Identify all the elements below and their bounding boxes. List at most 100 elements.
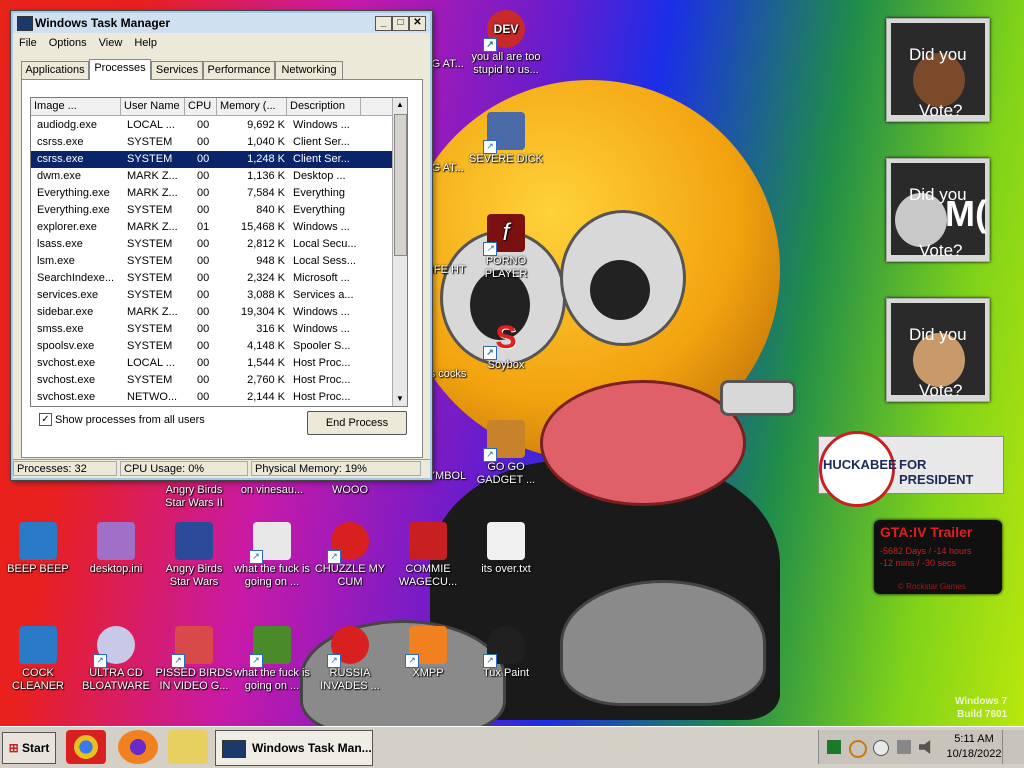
tab-networking[interactable]: Networking [275,61,343,79]
vertical-scrollbar[interactable]: ▲ ▼ [392,98,407,406]
tab-processes[interactable]: Processes [89,59,151,80]
scroll-up-arrow-icon[interactable]: ▲ [393,98,407,112]
table-row[interactable]: Everything.exe MARK Z... 00 7,584 K Everythi… [31,185,393,202]
menu-options[interactable]: Options [43,34,93,52]
desktop-icon-severe[interactable]: ↗ SEVERE DICK [466,112,546,166]
settings-file-icon [97,522,135,560]
cell-cpu: 00 [197,119,210,131]
desktop-icon-beep-beep[interactable]: BEEP BEEP [0,522,78,576]
tab-applications[interactable]: Applications [21,61,89,79]
desktop-icon-porno-player[interactable]: f ↗ PORNO PLAYER [466,214,546,281]
network-icon[interactable] [897,740,911,754]
table-row[interactable]: sidebar.exe MARK Z... 00 19,304 K Windows ..… [31,304,393,321]
table-row[interactable]: Everything.exe SYSTEM 00 840 K Everything [31,202,393,219]
cell-mem: 316 K [256,323,285,335]
desktop-icon-devcpp[interactable]: DEV ↗ you all are too stupid to us... [466,10,546,77]
menu-file[interactable]: File [13,34,43,52]
start-button[interactable]: ⊞ Start [2,732,56,764]
firefox-icon[interactable] [118,730,158,764]
s-logo-icon: S ↗ [483,318,525,360]
cell-user: SYSTEM [127,340,173,352]
process-list[interactable]: Image ... User Name CPU Memory (... Desc… [30,97,408,407]
desktop-icon-commie[interactable]: COMMIE WAGECU... [388,522,468,589]
green-square-icon[interactable] [827,740,841,754]
menu-view[interactable]: View [93,34,129,52]
desktop-icon-chuzzle[interactable]: ↗ CHUZZLE MY CUM [310,522,390,589]
blue-card-icon [19,522,57,560]
cell-mem: 1,040 K [247,136,285,148]
table-row[interactable]: SearchIndexe... SYSTEM 00 2,324 K Microsoft … [31,270,393,287]
gadget-vote-obama[interactable]: Did you Vote? [886,18,990,122]
desktop-icon-wtf-2[interactable]: ↗ what the fuck is going on ... [232,626,312,693]
chick-icon[interactable] [168,730,208,764]
col-memory[interactable]: Memory (... [217,98,287,115]
show-all-users-checkbox[interactable]: ✓ [39,413,52,426]
smiley-icon[interactable] [873,740,889,756]
clock[interactable]: 5:11 AM 10/18/2022 [944,732,1004,762]
table-row[interactable]: csrss.exe SYSTEM 00 1,248 K Client Ser... [31,151,393,168]
table-row[interactable]: smss.exe SYSTEM 00 316 K Windows ... [31,321,393,338]
taskbar-task-manager-button[interactable]: Windows Task Man... [215,730,373,766]
cell-image: dwm.exe [37,170,82,182]
tab-services[interactable]: Services [151,61,203,79]
xampp-icon: ↗ [405,626,447,668]
desktop-icon-angry-birds-sw[interactable]: Angry Birds Star Wars [154,522,234,589]
table-row[interactable]: svchost.exe NETWO... 00 2,144 K Host Proc... [31,389,393,406]
table-row[interactable]: explorer.exe MARK Z... 01 15,468 K Windows .… [31,219,393,236]
volume-icon[interactable] [919,740,931,754]
col-cpu[interactable]: CPU [185,98,217,115]
gadget-gta-countdown[interactable]: GTA:IV Trailer -5682 Days / -14 hours -1… [874,520,1002,594]
desktop-icon-partial[interactable]: Angry Birds Star Wars II [154,484,234,510]
col-description[interactable]: Description [287,98,361,115]
desktop-icon-tux-paint[interactable]: ↗ Tux Paint [466,626,546,680]
desktop-icon-cock-cleaner[interactable]: COCK CLEANER [0,626,78,693]
show-desktop-button[interactable] [1002,730,1021,764]
scroll-thumb[interactable] [394,114,407,256]
table-row[interactable]: services.exe SYSTEM 00 3,088 K Services a... [31,287,393,304]
desktop-icon-partial[interactable]: on vinesau... [232,484,312,497]
commie-icon [409,522,447,560]
col-image-name[interactable]: Image ... [31,98,121,115]
menu-help[interactable]: Help [128,34,163,52]
maximize-button[interactable]: □ [392,16,409,31]
table-row[interactable]: svchost.exe LOCAL ... 00 1,544 K Host Proc..… [31,355,393,372]
cell-mem: 840 K [256,204,285,216]
gadget-huckabee[interactable]: HUCKABEE FOR PRESIDENT [818,431,1004,507]
tab-performance[interactable]: Performance [203,61,275,79]
col-user-name[interactable]: User Name [121,98,185,115]
table-row[interactable]: audiodg.exe LOCAL ... 00 9,692 K Windows ... [31,117,393,134]
search-icon[interactable] [849,740,867,758]
wallpaper-tongue [540,380,746,506]
close-button[interactable]: ✕ [409,16,426,31]
cell-image: lsm.exe [37,255,75,267]
angry-birds-icon: ↗ [249,522,291,564]
desktop-icon-wtf-1[interactable]: ↗ what the fuck is going on ... [232,522,312,589]
chrome-icon[interactable] [66,730,106,764]
desktop-icon-partial[interactable]: WOOO [310,484,390,497]
task-manager-window[interactable]: Windows Task Manager _ □ ✕ File Options Vi… [11,11,432,480]
desktop-icon-pissed-birds[interactable]: ↗ PISSED BIRDS IN VIDEO G... [154,626,234,693]
table-row[interactable]: lsass.exe SYSTEM 00 2,812 K Local Secu... [31,236,393,253]
table-row[interactable]: lsm.exe SYSTEM 00 948 K Local Sess... [31,253,393,270]
cell-desc: Client Ser... [293,153,350,165]
table-row[interactable]: csrss.exe SYSTEM 00 1,040 K Client Ser... [31,134,393,151]
task-manager-icon [222,740,246,758]
desktop-icon-ultra-cd[interactable]: ↗ ULTRA CD BLOATWARE [76,626,156,693]
desktop-icon-russia-invades[interactable]: ↗ RUSSIA INVADES ... [310,626,390,693]
table-row[interactable]: svchost.exe SYSTEM 00 2,760 K Host Proc... [31,372,393,389]
table-row[interactable]: dwm.exe MARK Z... 00 1,136 K Desktop ... [31,168,393,185]
minimize-button[interactable]: _ [375,16,392,31]
window-titlebar[interactable]: Windows Task Manager _ □ ✕ [13,13,430,33]
desktop-icon-its-over[interactable]: its over.txt [466,522,546,576]
scroll-down-arrow-icon[interactable]: ▼ [393,392,407,406]
desktop-icon-go-go-gadget[interactable]: ↗ GO GO GADGET ... [466,420,546,487]
desktop-icon-xmpp[interactable]: ↗ XMPP [388,626,468,680]
list-header: Image ... User Name CPU Memory (... Desc… [31,98,393,116]
end-process-button[interactable]: End Process [307,411,407,435]
desktop-icon-soybox[interactable]: S ↗ Soybox [466,318,546,372]
table-row[interactable]: spoolsv.exe SYSTEM 00 4,148 K Spooler S... [31,338,393,355]
cell-desc: Host Proc... [293,391,351,403]
desktop-icon-desktop-ini[interactable]: desktop.ini [76,522,156,576]
gadget-vote-2[interactable]: Did you M( Vote? [886,158,990,262]
gadget-vote-hillary[interactable]: Did you Vote? [886,298,990,402]
